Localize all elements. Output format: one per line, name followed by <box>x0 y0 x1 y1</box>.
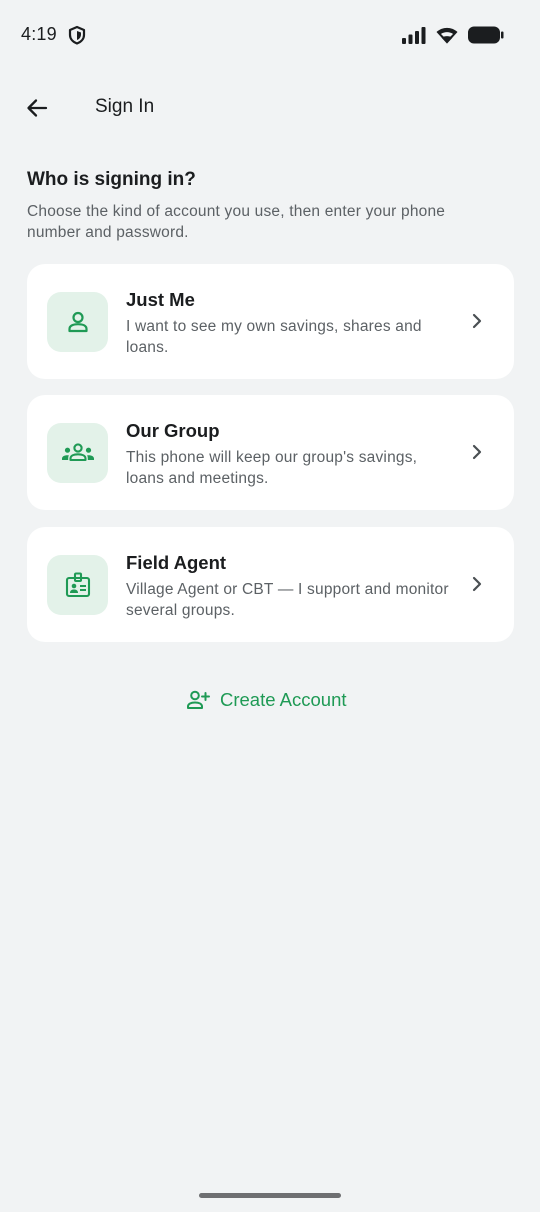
option-icon-box <box>47 292 108 352</box>
status-bar: 4:19 <box>0 0 540 70</box>
status-icons <box>402 25 504 45</box>
home-indicator[interactable] <box>199 1193 341 1198</box>
app-bar: Sign In <box>0 84 540 132</box>
person-add-icon <box>187 690 210 709</box>
chevron-right-icon <box>472 576 482 592</box>
option-card-just-me[interactable]: Just Me I want to see my own savings, sh… <box>27 264 514 379</box>
option-title: Our Group <box>126 420 220 441</box>
option-icon-box <box>47 555 108 615</box>
option-description: This phone will keep our group's savings… <box>126 449 418 487</box>
create-account-button[interactable]: Create Account <box>186 686 347 714</box>
option-title: Field Agent <box>126 552 227 573</box>
battery-icon <box>468 26 504 44</box>
status-time: 4:19 <box>21 24 57 44</box>
id-badge-icon <box>65 572 90 598</box>
group-icon <box>61 443 94 462</box>
arrow-left-icon <box>27 99 48 117</box>
page-title: Sign In <box>95 96 155 117</box>
section-subheading: Choose the kind of account you use, then… <box>27 203 446 241</box>
chevron-right-icon <box>472 313 482 329</box>
option-description: Village Agent or CBT — I support and mon… <box>126 581 449 619</box>
create-account-label: Create Account <box>220 689 347 710</box>
wifi-icon <box>436 27 458 43</box>
option-card-our-group[interactable]: Our Group This phone will keep our group… <box>27 395 514 510</box>
back-button[interactable] <box>20 92 54 124</box>
option-icon-box <box>47 423 108 483</box>
option-title: Just Me <box>126 289 195 310</box>
signal-icon <box>402 26 426 44</box>
option-description: I want to see my own savings, shares and… <box>126 318 422 356</box>
shield-icon <box>68 25 86 45</box>
section-heading: Who is signing in? <box>27 169 196 190</box>
chevron-right-icon <box>472 444 482 460</box>
option-card-field-agent[interactable]: Field Agent Village Agent or CBT — I sup… <box>27 527 514 642</box>
person-icon <box>67 311 88 333</box>
